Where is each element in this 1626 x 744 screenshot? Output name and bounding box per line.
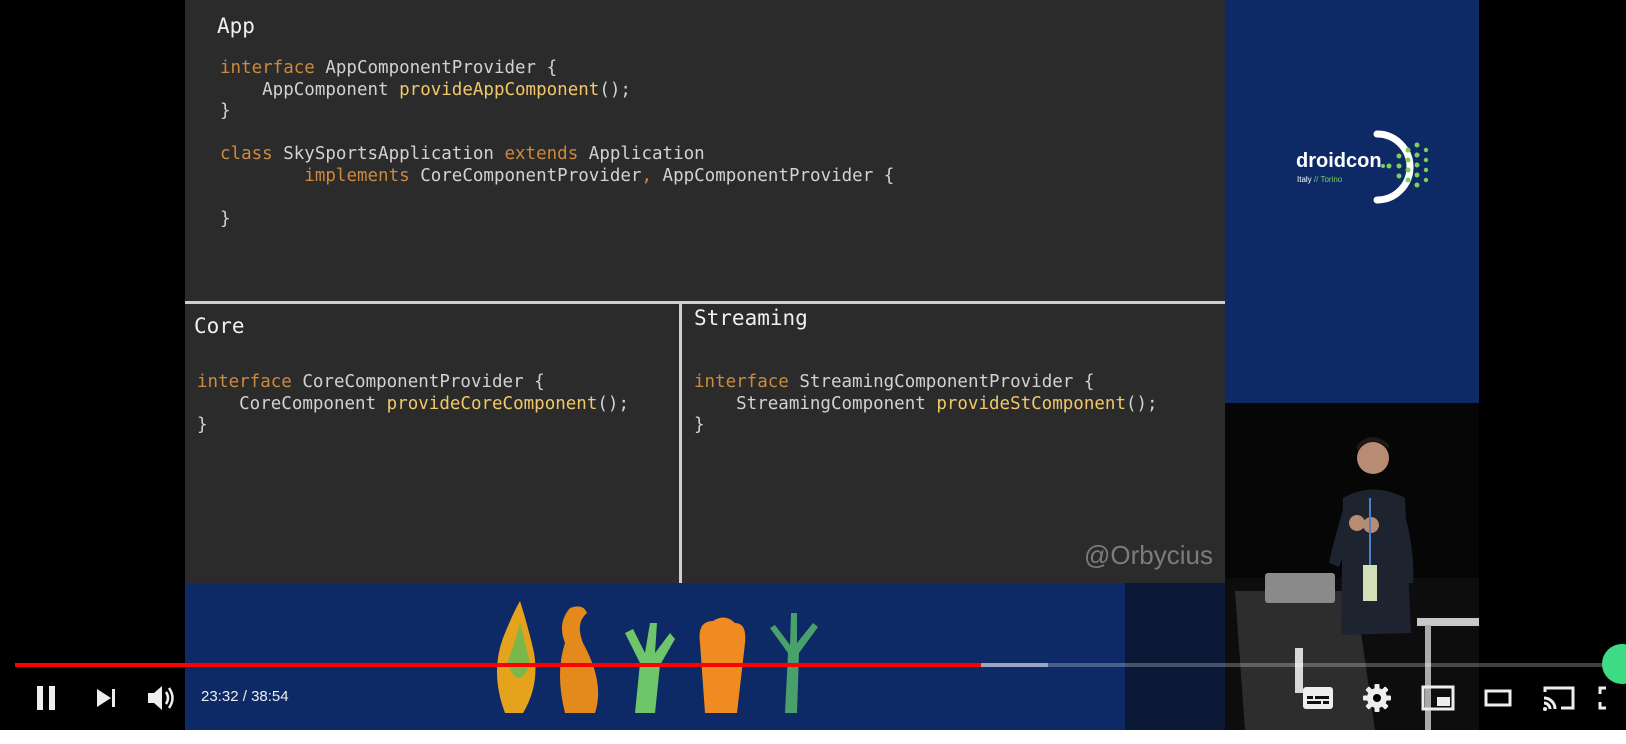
slide-panel-streaming: Streaming interface StreamingComponentPr… <box>682 305 1225 583</box>
code-block-core: interface CoreComponentProvider { CoreCo… <box>197 372 629 437</box>
progress-played <box>15 663 981 667</box>
droidcon-logo-mark-icon <box>1373 130 1429 204</box>
video-frame[interactable]: App interface AppComponentProvider { App… <box>185 0 1479 730</box>
cast-button[interactable] <box>1537 676 1581 720</box>
pause-button[interactable] <box>26 676 66 720</box>
code-line: interface StreamingComponentProvider { <box>694 372 1095 392</box>
theater-mode-button[interactable] <box>1478 676 1518 720</box>
miniplayer-button[interactable] <box>1418 676 1458 720</box>
code-line: StreamingComponent provideStComponent(); <box>694 393 1158 414</box>
fullscreen-button[interactable] <box>1596 676 1626 720</box>
video-player[interactable]: App interface AppComponentProvider { App… <box>0 0 1626 730</box>
code-line: class SkySportsApplication extends Appli… <box>220 144 705 164</box>
slide-panel-core: Core interface CoreComponentProvider { C… <box>185 305 679 583</box>
speaker-handle: @Orbycius <box>1084 540 1213 570</box>
panel-title-core: Core <box>194 314 245 338</box>
player-controls: 23:32 / 38:54 <box>0 676 1626 720</box>
droidcon-logo-subtitle: Italy // Torino <box>1297 175 1343 184</box>
pause-icon <box>37 686 55 710</box>
progress-bar[interactable] <box>15 663 1611 667</box>
duration: 38:54 <box>251 688 289 705</box>
current-time: 23:32 <box>201 688 239 705</box>
panel-title-app: App <box>217 14 255 38</box>
next-icon <box>97 689 115 707</box>
code-line: interface CoreComponentProvider { <box>197 372 545 392</box>
subtitles-icon <box>1303 687 1333 709</box>
slide-panel-app: App interface AppComponentProvider { App… <box>185 0 1225 302</box>
miniplayer-icon <box>1421 685 1455 711</box>
code-line: } <box>197 415 208 435</box>
code-block-streaming: interface StreamingComponentProvider { S… <box>694 372 1158 437</box>
droidcon-logo-text: droidcon <box>1296 150 1382 172</box>
code-line: implements CoreComponentProvider, AppCom… <box>304 165 895 186</box>
cast-icon <box>1543 686 1575 711</box>
page-background-strip <box>0 730 1626 744</box>
next-button[interactable] <box>86 676 126 720</box>
code-line: AppComponent provideAppComponent(); <box>220 79 631 100</box>
code-line: interface AppComponentProvider { <box>220 58 558 78</box>
code-line: } <box>220 208 231 229</box>
slide-divider-horizontal <box>185 301 1225 304</box>
subtitles-button[interactable] <box>1298 676 1338 720</box>
code-block-app: interface AppComponentProvider { AppComp… <box>220 58 894 230</box>
volume-button[interactable] <box>142 676 182 720</box>
panel-title-streaming: Streaming <box>694 306 808 330</box>
settings-button[interactable] <box>1357 676 1397 720</box>
settings-icon <box>1363 684 1391 712</box>
conference-branding: droidcon Italy // Torino <box>1225 0 1479 403</box>
code-line: } <box>694 415 705 435</box>
presentation-slide: App interface AppComponentProvider { App… <box>185 0 1225 583</box>
code-line: CoreComponent provideCoreComponent(); <box>197 393 629 414</box>
theater-icon <box>1484 689 1512 707</box>
volume-icon <box>148 686 174 710</box>
time-display: 23:32 / 38:54 <box>201 688 289 705</box>
fullscreen-icon <box>1598 686 1606 710</box>
code-line: } <box>220 101 231 121</box>
